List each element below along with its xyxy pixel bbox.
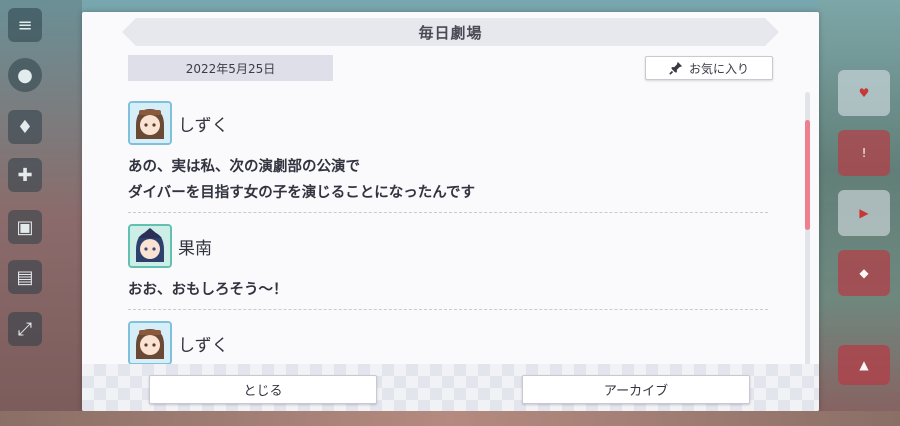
pin-icon xyxy=(669,61,683,75)
date-badge: 2022年5月25日 xyxy=(128,55,333,81)
monitor-icon[interactable]: ▣ xyxy=(8,210,42,244)
message-text: あの、実は私、次の演劇部の公演で ダイバーを目指す女の子を演じることになったんで… xyxy=(128,154,773,206)
scrollbar[interactable] xyxy=(805,92,810,366)
avatar-kanan xyxy=(128,224,172,268)
favorite-button[interactable]: お気に入り xyxy=(645,56,773,80)
left-hud: ≡ ● ♦ ✚ ▣ ▤ ⤢ xyxy=(0,0,82,426)
message-line: あの、実は私、次の演劇部の公演で xyxy=(128,159,360,175)
present-icon[interactable]: ♦ xyxy=(8,110,42,144)
message-line: おお、おもしろそう～！ xyxy=(128,282,288,298)
fullscreen-icon[interactable]: ⤢ xyxy=(8,312,42,346)
speaker-name: 果南 xyxy=(178,238,212,259)
right-tile-4[interactable]: ◆ xyxy=(838,250,890,296)
daily-theater-modal: 毎日劇場 2022年5月25日 お気に入り しずく あの、実は私、次の演劇部の公… xyxy=(82,12,819,411)
speaker-name: しずく xyxy=(178,335,229,356)
message-divider xyxy=(128,309,768,310)
right-tile-3[interactable]: ▶ xyxy=(838,190,890,236)
message-divider xyxy=(128,212,768,213)
archive-button[interactable]: アーカイブ xyxy=(522,375,750,404)
chat-icon[interactable]: ● xyxy=(8,58,42,92)
right-hud: ♥ ! ▶ ◆ ▲ xyxy=(818,0,900,426)
avatar-shizuku xyxy=(128,321,172,365)
dialogue-log[interactable]: しずく あの、実は私、次の演劇部の公演で ダイバーを目指す女の子を演じることにな… xyxy=(128,100,773,366)
message-text: おお、おもしろそう～！ xyxy=(128,277,773,303)
modal-footer: とじる アーカイブ xyxy=(82,364,819,411)
right-tile-1[interactable]: ♥ xyxy=(838,70,890,116)
speaker-name: しずく xyxy=(178,115,229,136)
right-tile-2[interactable]: ! xyxy=(838,130,890,176)
favorite-label: お気に入り xyxy=(688,61,749,76)
avatar-shizuku xyxy=(128,101,172,145)
dialogue-message: しずく xyxy=(128,320,773,366)
dialogue-message: しずく あの、実は私、次の演劇部の公演で ダイバーを目指す女の子を演じることにな… xyxy=(128,100,773,213)
scrollbar-thumb[interactable] xyxy=(805,120,810,230)
photo-icon[interactable]: ▤ xyxy=(8,260,42,294)
close-button[interactable]: とじる xyxy=(149,375,377,404)
menu-icon[interactable]: ≡ xyxy=(8,8,42,42)
dialogue-message: 果南 おお、おもしろそう～！ xyxy=(128,223,773,310)
right-tile-5[interactable]: ▲ xyxy=(838,345,890,385)
gift-icon[interactable]: ✚ xyxy=(8,158,42,192)
modal-title: 毎日劇場 xyxy=(122,18,779,46)
bottom-background-strip xyxy=(0,411,900,426)
message-line: ダイバーを目指す女の子を演じることになったんです xyxy=(128,185,475,201)
